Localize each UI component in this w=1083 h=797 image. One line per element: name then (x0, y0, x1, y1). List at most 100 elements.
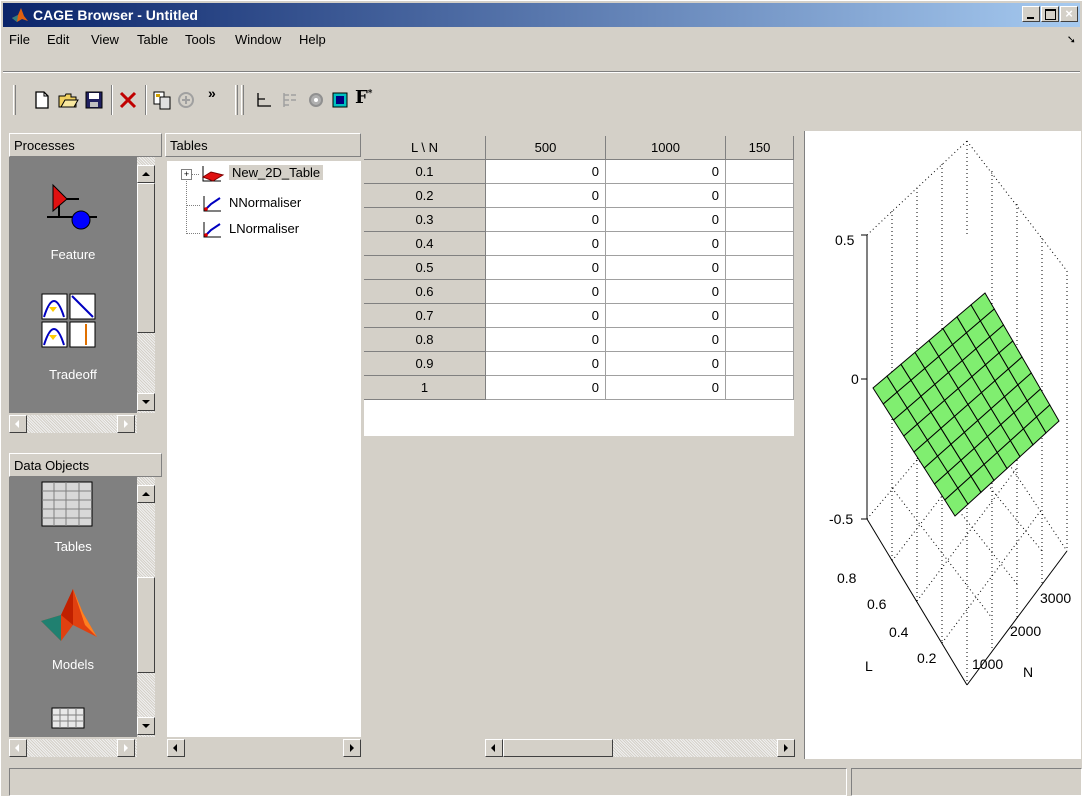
tree-item-lnormaliser[interactable]: LNormaliser (229, 221, 299, 236)
scroll-right-button[interactable] (343, 739, 361, 757)
grid-row-header[interactable]: 1 (364, 376, 486, 400)
grid-row-header[interactable]: 0.9 (364, 352, 486, 376)
scroll-left-button[interactable] (485, 739, 503, 757)
grid-cell[interactable]: 0 (606, 160, 726, 184)
tree-item-new-2d-table[interactable]: New_2D_Table (229, 165, 324, 180)
grid-cell[interactable] (726, 208, 794, 232)
data-object-icon[interactable] (51, 707, 85, 729)
menu-window[interactable]: Window (235, 32, 281, 47)
import-icon[interactable] (175, 89, 197, 111)
open-folder-icon[interactable] (57, 89, 79, 111)
data-objects-vscroll[interactable] (137, 477, 155, 737)
save-icon[interactable] (83, 89, 105, 111)
grid-cell[interactable]: 0 (486, 280, 606, 304)
grid-cell[interactable]: 0 (606, 376, 726, 400)
data-object-models-label[interactable]: Models (13, 657, 133, 672)
grid-row-header[interactable]: 0.1 (364, 160, 486, 184)
processes-hscroll[interactable] (9, 415, 137, 433)
grid-row-header[interactable]: 0.2 (364, 184, 486, 208)
title-bar[interactable]: CAGE Browser - Untitled × (3, 3, 1080, 27)
grid-column-header[interactable]: 150 (726, 136, 794, 160)
scroll-up-button[interactable] (137, 485, 155, 503)
grid-cell[interactable]: 0 (606, 184, 726, 208)
copy-icon[interactable] (151, 89, 173, 111)
grid-column-header[interactable]: 500 (486, 136, 606, 160)
surface-plot[interactable]: 0.5 0 -0.5 0.8 0.6 0.4 0.2 L 3000 2000 1… (805, 131, 1081, 759)
tradeoff-icon[interactable] (41, 293, 97, 349)
axis-icon[interactable] (253, 89, 275, 111)
grid-cell[interactable]: 0 (606, 352, 726, 376)
scroll-right-button[interactable] (117, 739, 135, 757)
menu-table[interactable]: Table (137, 32, 168, 47)
color-icon[interactable] (329, 89, 351, 111)
process-tradeoff-label[interactable]: Tradeoff (13, 367, 133, 382)
toolbar-overflow-button[interactable]: » (208, 85, 216, 101)
grid-cell[interactable]: 0 (486, 328, 606, 352)
grid-cell[interactable]: 0 (486, 184, 606, 208)
grid-cell[interactable] (726, 280, 794, 304)
data-object-tables-label[interactable]: Tables (13, 539, 133, 554)
menu-help[interactable]: Help (299, 32, 326, 47)
maximize-button[interactable] (1041, 6, 1059, 22)
grid-cell[interactable]: 0 (606, 328, 726, 352)
grid-row-header[interactable]: 0.4 (364, 232, 486, 256)
grid-row-header[interactable]: 0.6 (364, 280, 486, 304)
new-file-icon[interactable] (31, 89, 53, 111)
grid-hscroll[interactable] (485, 739, 795, 757)
circle-icon[interactable] (305, 89, 327, 111)
grid-cell[interactable] (726, 160, 794, 184)
scroll-thumb[interactable] (503, 739, 613, 757)
scroll-down-button[interactable] (137, 717, 155, 735)
formula-icon[interactable]: F* (355, 87, 373, 108)
menu-edit[interactable]: Edit (47, 32, 69, 47)
grid-cell[interactable]: 0 (606, 280, 726, 304)
models-icon[interactable] (39, 585, 99, 645)
grid-cell[interactable] (726, 256, 794, 280)
scroll-right-button[interactable] (777, 739, 795, 757)
menu-view[interactable]: View (91, 32, 119, 47)
grid-row-header[interactable]: 0.5 (364, 256, 486, 280)
scroll-thumb[interactable] (137, 577, 155, 673)
scroll-left-button[interactable] (9, 415, 27, 433)
grid-row-header[interactable]: 0.8 (364, 328, 486, 352)
feature-icon[interactable] (39, 179, 99, 239)
grid-cell[interactable]: 0 (486, 256, 606, 280)
grid-row-header[interactable]: 0.3 (364, 208, 486, 232)
grid-row-header[interactable]: 0.7 (364, 304, 486, 328)
grid-cell[interactable]: 0 (486, 376, 606, 400)
menu-file[interactable]: File (9, 32, 30, 47)
tree-hscroll[interactable] (167, 739, 361, 757)
grid-column-header[interactable]: 1000 (606, 136, 726, 160)
process-feature-label[interactable]: Feature (13, 247, 133, 262)
grid-cell[interactable] (726, 376, 794, 400)
grid-cell[interactable]: 0 (486, 304, 606, 328)
scroll-left-button[interactable] (167, 739, 185, 757)
menu-arrow-icon[interactable]: ➘ (1067, 33, 1076, 46)
scroll-left-button[interactable] (9, 739, 27, 757)
scroll-right-button[interactable] (117, 415, 135, 433)
grid-cell[interactable]: 0 (486, 208, 606, 232)
data-objects-hscroll[interactable] (9, 739, 137, 757)
grid-cell[interactable]: 0 (486, 232, 606, 256)
scroll-up-button[interactable] (137, 165, 155, 183)
grid-cell[interactable] (726, 352, 794, 376)
grid-cell[interactable]: 0 (606, 232, 726, 256)
grid-cell[interactable]: 0 (606, 256, 726, 280)
grid-cell[interactable] (726, 232, 794, 256)
grid-cell[interactable]: 0 (606, 304, 726, 328)
grid-cell[interactable]: 0 (606, 208, 726, 232)
tables-icon[interactable] (41, 481, 93, 527)
scroll-down-button[interactable] (137, 393, 155, 411)
scroll-thumb[interactable] (137, 183, 155, 333)
delete-icon[interactable] (117, 89, 139, 111)
tree-item-nnormaliser[interactable]: NNormaliser (229, 195, 301, 210)
grid-cell[interactable] (726, 184, 794, 208)
minimize-button[interactable] (1022, 6, 1040, 22)
grid-cell[interactable]: 0 (486, 160, 606, 184)
close-button[interactable]: × (1060, 6, 1078, 22)
menu-tools[interactable]: Tools (185, 32, 215, 47)
grid-cell[interactable]: 0 (486, 352, 606, 376)
tree-icon[interactable] (279, 89, 301, 111)
processes-vscroll[interactable] (137, 157, 155, 413)
grid-cell[interactable] (726, 328, 794, 352)
